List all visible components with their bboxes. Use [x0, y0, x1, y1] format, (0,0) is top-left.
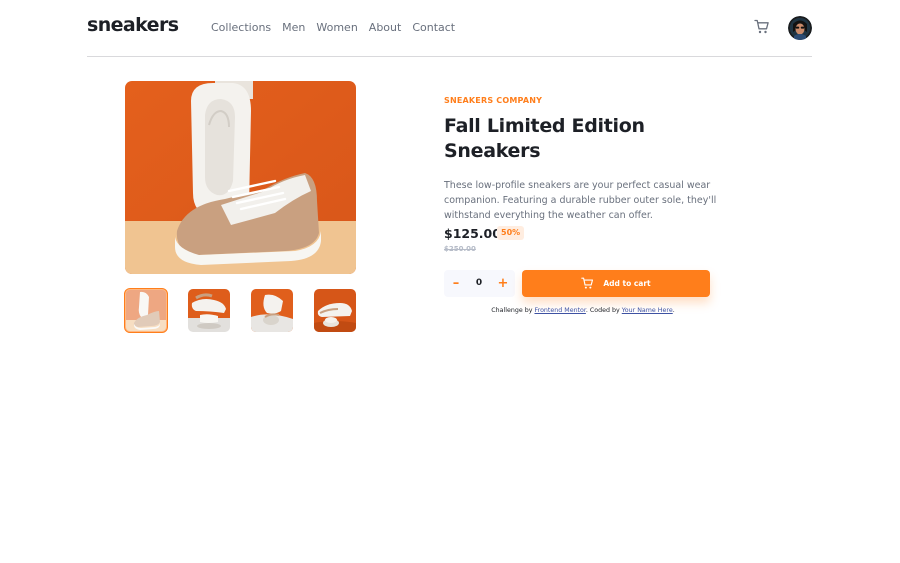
thumbnail-3[interactable]	[251, 289, 293, 332]
quantity-value[interactable]: 0	[466, 270, 492, 297]
add-to-cart-button[interactable]: Add to cart	[522, 270, 710, 297]
nav-link-women[interactable]: Women	[316, 21, 357, 34]
product-main-image[interactable]	[125, 81, 356, 274]
main-nav: Collections Men Women About Contact	[211, 21, 455, 34]
thumbnail-4[interactable]	[314, 289, 356, 332]
product-description: These low-profile sneakers are your perf…	[444, 180, 717, 221]
decrease-quantity-button[interactable]: –	[445, 270, 467, 297]
quantity-stepper: – 0 +	[444, 270, 515, 297]
nav-link-collections[interactable]: Collections	[211, 21, 271, 34]
discount-badge: 50%	[497, 226, 525, 240]
attribution-middle: . Coded by	[585, 307, 622, 314]
nav-link-contact[interactable]: Contact	[412, 21, 455, 34]
logo[interactable]: sneakers	[87, 14, 179, 36]
cart-icon[interactable]	[754, 19, 770, 35]
nav-link-about[interactable]: About	[369, 21, 402, 34]
current-price: $125.00	[444, 226, 501, 241]
attribution-suffix: .	[672, 307, 675, 314]
thumbnail-1[interactable]	[124, 288, 168, 333]
attribution-prefix: Challenge by	[491, 307, 535, 314]
product-title-line1: Fall Limited Edition	[444, 115, 645, 137]
author-link[interactable]: Your Name Here	[622, 307, 673, 314]
cart-icon	[581, 277, 594, 289]
nav-link-men[interactable]: Men	[282, 21, 305, 34]
avatar[interactable]	[788, 16, 812, 40]
original-price: $250.00	[444, 245, 476, 253]
frontend-mentor-link[interactable]: Frontend Mentor	[534, 307, 585, 314]
product-title-line2: Sneakers	[444, 140, 541, 162]
attribution: Challenge by Frontend Mentor. Coded by Y…	[444, 307, 722, 314]
company-name: SNEAKERS COMPANY	[444, 96, 543, 105]
increase-quantity-button[interactable]: +	[492, 270, 514, 297]
thumbnail-2[interactable]	[188, 289, 230, 332]
product-title: Fall Limited Edition Sneakers	[444, 114, 674, 164]
thumbnail-strip	[124, 288, 356, 333]
add-to-cart-label: Add to cart	[603, 279, 651, 288]
site-header: sneakers Collections Men Women About Con…	[87, 0, 812, 57]
